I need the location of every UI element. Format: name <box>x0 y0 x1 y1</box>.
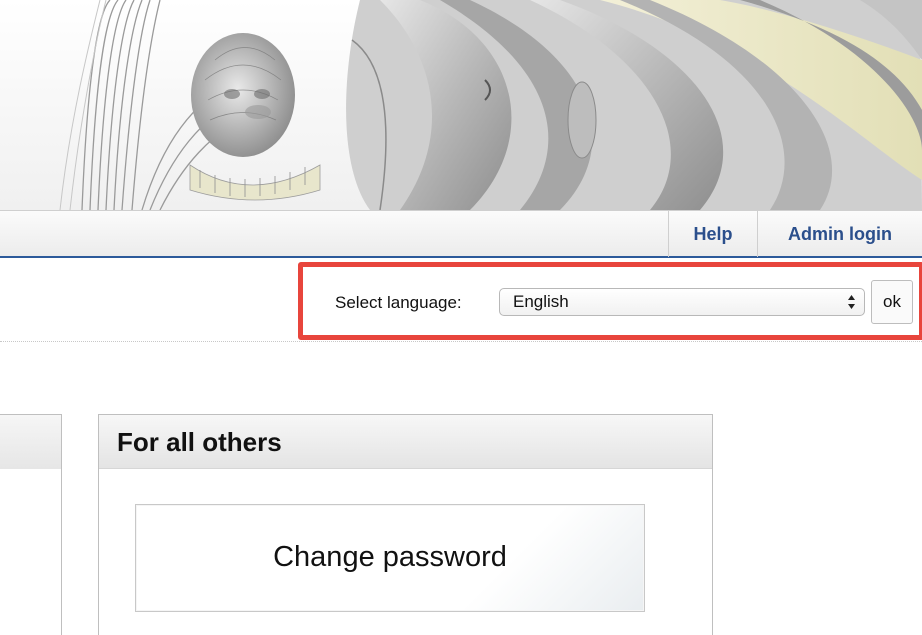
banner-artwork-image <box>59 0 922 210</box>
panel-title: For all others <box>117 427 282 457</box>
left-panel <box>0 414 62 635</box>
change-password-button[interactable]: Change password <box>135 504 645 612</box>
top-navigation-bar: Help Admin login <box>0 210 922 258</box>
dropdown-updown-arrows-icon <box>848 295 855 309</box>
for-all-others-panel: For all others Change password <box>98 414 713 635</box>
panel-header: For all others <box>99 415 712 469</box>
page: Help Admin login Select language: Englis… <box>0 0 922 635</box>
help-link[interactable]: Help <box>668 211 757 257</box>
language-ok-button[interactable]: ok <box>871 280 913 324</box>
header-banner <box>0 0 922 210</box>
admin-login-link[interactable]: Admin login <box>757 211 922 257</box>
select-language-label: Select language: <box>335 293 462 312</box>
language-dropdown-value: English <box>513 292 569 311</box>
left-panel-header <box>0 415 61 469</box>
language-dropdown[interactable]: English <box>499 288 865 316</box>
